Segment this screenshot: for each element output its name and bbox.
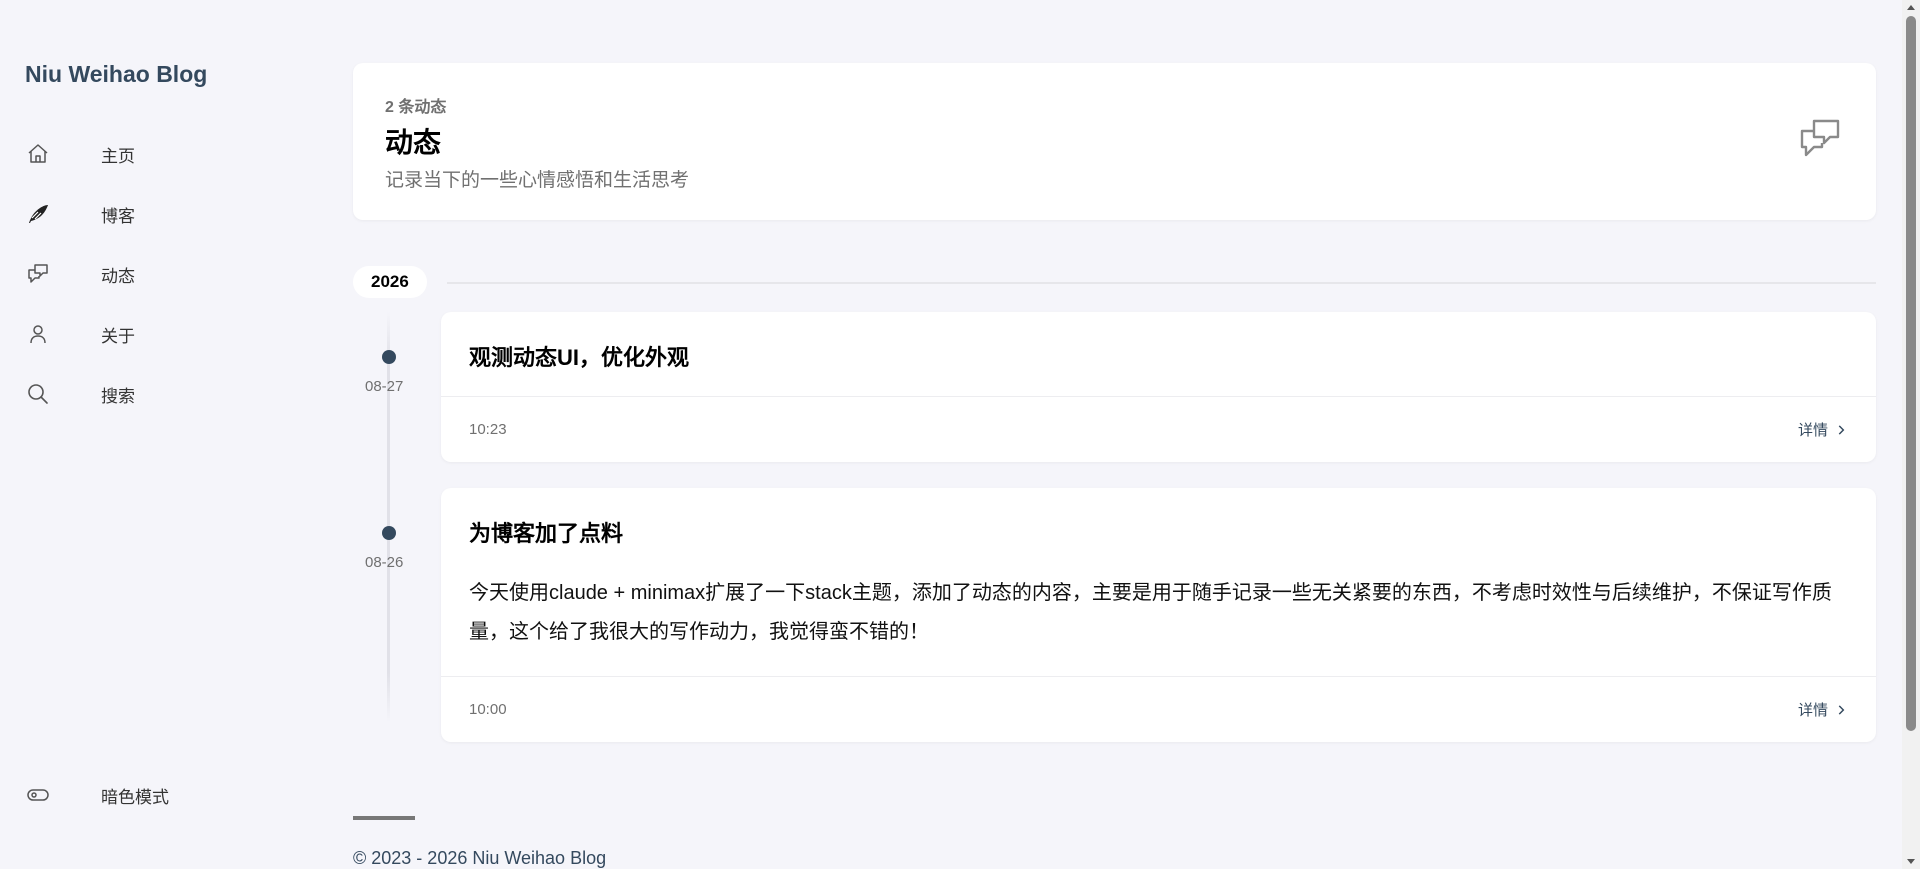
moment-title: 观测动态UI，优化外观 [469, 345, 690, 370]
timeline: 08-27 观测动态UI，优化外观 10:23 详情 08-26 为博客加了点料… [353, 312, 1876, 742]
year-divider: 2026 [353, 266, 1876, 312]
detail-link-label: 详情 [1797, 702, 1828, 719]
sidebar-item-home[interactable]: 主页 [25, 124, 265, 184]
moment-time: 10:00 [469, 701, 507, 718]
search-icon [25, 381, 51, 407]
moment-card[interactable]: 为博客加了点料 今天使用claude + minimax扩展了一下stack主题… [441, 488, 1876, 742]
sidebar-item-blog[interactable]: 博客 [25, 184, 265, 244]
page: Niu Weihao Blog 主页 博客 动态 关于 搜索 暗色模式 2 条动… [0, 0, 1920, 869]
moment-body: 今天使用claude + minimax扩展了一下stack主题，添加了动态的内… [469, 582, 1832, 643]
sidebar-item-label: 关于 [101, 326, 135, 346]
entry-date: 08-26 [365, 554, 404, 571]
main-content: 2 条动态 动态 记录当下的一些心情感悟和生活思考 2026 08-27 观测动… [353, 63, 1876, 768]
sidebar: Niu Weihao Blog 主页 博客 动态 关于 搜索 暗色模式 [25, 0, 285, 869]
sidebar-item-label: 博客 [101, 206, 135, 226]
chat-icon [25, 261, 51, 287]
page-scrollbar[interactable] [1902, 0, 1920, 869]
moment-card-content: 观测动态UI，优化外观 [441, 312, 1876, 396]
year-badge: 2026 [353, 266, 427, 298]
toggle-icon [25, 782, 51, 808]
scroll-up-arrow-icon[interactable] [1907, 5, 1915, 10]
year-divider-line [447, 282, 1876, 284]
timeline-dot [382, 350, 396, 364]
scroll-down-arrow-icon[interactable] [1907, 859, 1915, 864]
section-header-card: 2 条动态 动态 记录当下的一些心情感悟和生活思考 [353, 63, 1876, 220]
timeline-entry: 08-26 为博客加了点料 今天使用claude + minimax扩展了一下s… [353, 488, 1876, 742]
sidebar-item-search[interactable]: 搜索 [25, 364, 265, 424]
site-title[interactable]: Niu Weihao Blog [25, 61, 207, 88]
chat-icon [1796, 115, 1844, 163]
sidebar-item-label: 搜索 [101, 386, 135, 406]
detail-link[interactable]: 详情 [1798, 419, 1848, 440]
timeline-entry: 08-27 观测动态UI，优化外观 10:23 详情 [353, 312, 1876, 462]
dark-mode-toggle[interactable]: 暗色模式 [25, 765, 169, 825]
entry-date: 08-27 [365, 378, 404, 395]
detail-link-label: 详情 [1797, 422, 1828, 439]
moments-count: 2 条动态 [385, 99, 447, 116]
dark-mode-label: 暗色模式 [101, 787, 169, 807]
sidebar-nav: 主页 博客 动态 关于 搜索 [25, 124, 265, 424]
timeline-dot [382, 526, 396, 540]
sidebar-item-moments[interactable]: 动态 [25, 244, 265, 304]
page-description: 记录当下的一些心情感悟和生活思考 [385, 170, 690, 191]
sidebar-item-label: 动态 [101, 266, 135, 286]
sidebar-item-about[interactable]: 关于 [25, 304, 265, 364]
sidebar-item-label: 主页 [101, 146, 135, 166]
footer-divider [353, 816, 415, 820]
chevron-right-icon [1838, 704, 1845, 715]
moment-card[interactable]: 观测动态UI，优化外观 10:23 详情 [441, 312, 1876, 462]
moment-card-footer: 10:00 详情 [441, 676, 1876, 742]
detail-link[interactable]: 详情 [1798, 699, 1848, 720]
quill-icon [25, 201, 51, 227]
user-icon [25, 321, 51, 347]
copyright: © 2023 - 2026 Niu Weihao Blog [353, 848, 607, 868]
chevron-right-icon [1838, 424, 1845, 435]
moment-card-footer: 10:23 详情 [441, 396, 1876, 462]
moment-card-content: 为博客加了点料 今天使用claude + minimax扩展了一下stack主题… [441, 488, 1876, 676]
moment-time: 10:23 [469, 421, 507, 438]
scrollbar-thumb[interactable] [1906, 16, 1916, 731]
home-icon [25, 141, 51, 167]
moment-title: 为博客加了点料 [469, 521, 624, 546]
page-title: 动态 [385, 127, 442, 158]
